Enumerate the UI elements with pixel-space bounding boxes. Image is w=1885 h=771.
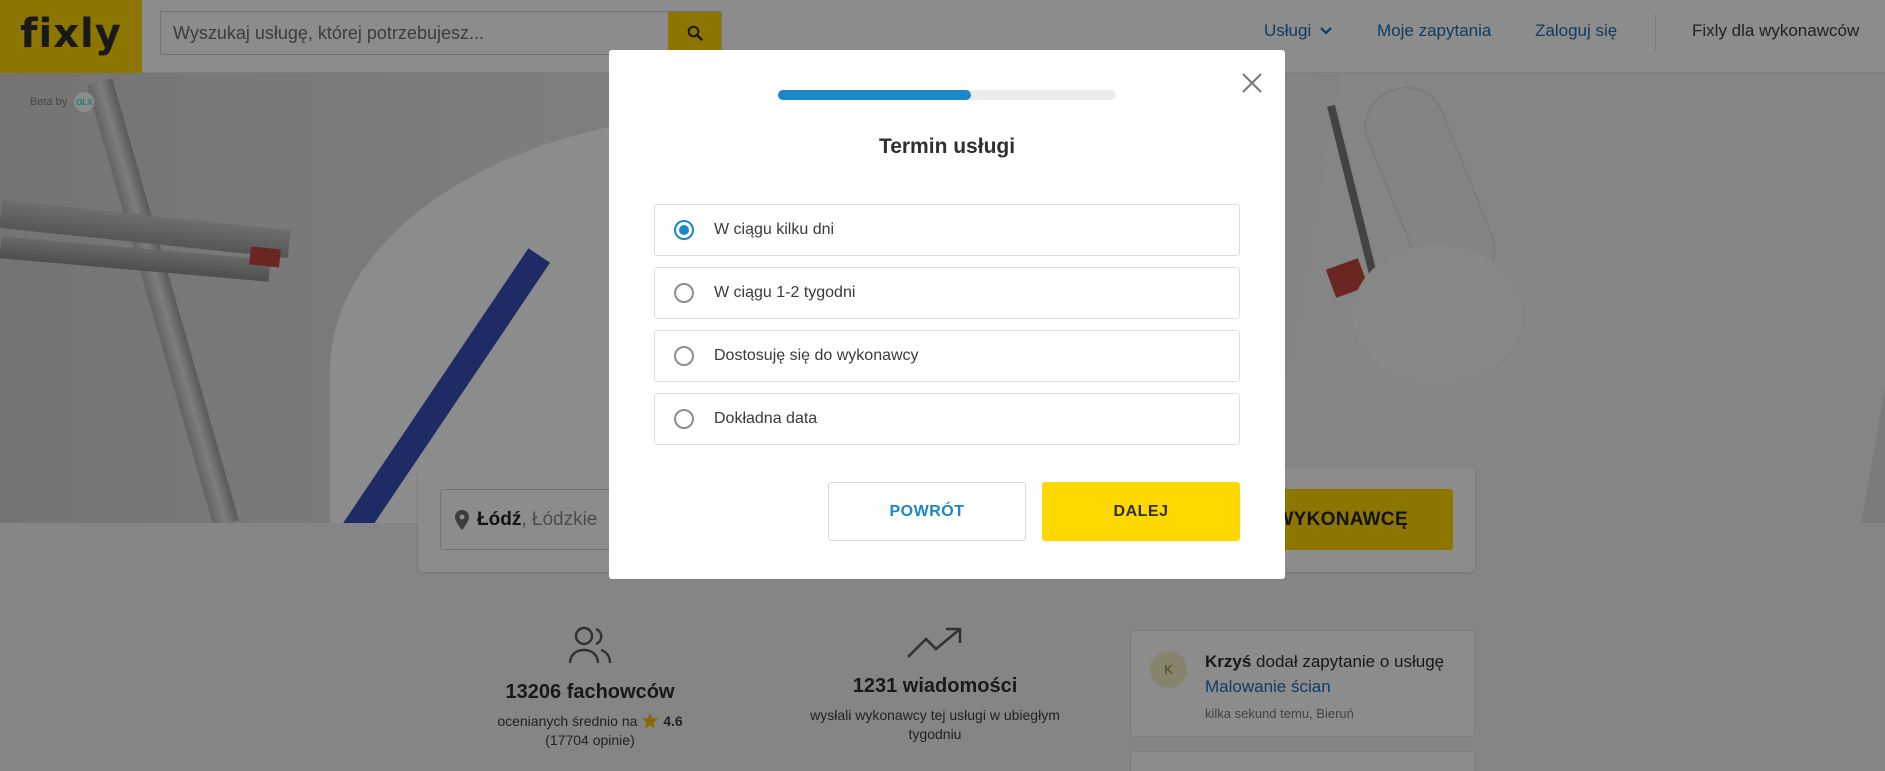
option-few-days[interactable]: W ciągu kilku dni: [654, 204, 1240, 256]
progress-bar-fill: [778, 90, 971, 100]
back-button[interactable]: POWRÓT: [828, 482, 1026, 541]
option-label: Dostosuję się do wykonawcy: [714, 347, 919, 364]
radio-unchecked-icon[interactable]: [674, 409, 694, 429]
radio-unchecked-icon[interactable]: [674, 346, 694, 366]
radio-unchecked-icon[interactable]: [674, 283, 694, 303]
option-label: Dokładna data: [714, 410, 818, 427]
option-label: W ciągu 1-2 tygodni: [714, 284, 856, 301]
close-icon: [1242, 73, 1262, 93]
service-date-modal: Termin usługi W ciągu kilku dni W ciągu …: [609, 50, 1285, 579]
option-label: W ciągu kilku dni: [714, 221, 835, 238]
modal-title: Termin usługi: [878, 135, 1016, 158]
option-exact-date[interactable]: Dokładna data: [654, 393, 1240, 445]
progress-bar: [778, 90, 1116, 100]
option-flexible[interactable]: Dostosuję się do wykonawcy: [654, 330, 1240, 382]
option-1-2-weeks[interactable]: W ciągu 1-2 tygodni: [654, 267, 1240, 319]
date-options-list: W ciągu kilku dni W ciągu 1-2 tygodni Do…: [654, 204, 1240, 456]
next-button[interactable]: DALEJ: [1042, 482, 1240, 541]
radio-dot-icon: [679, 225, 689, 235]
close-button[interactable]: [1239, 70, 1265, 96]
radio-checked-icon[interactable]: [674, 220, 694, 240]
